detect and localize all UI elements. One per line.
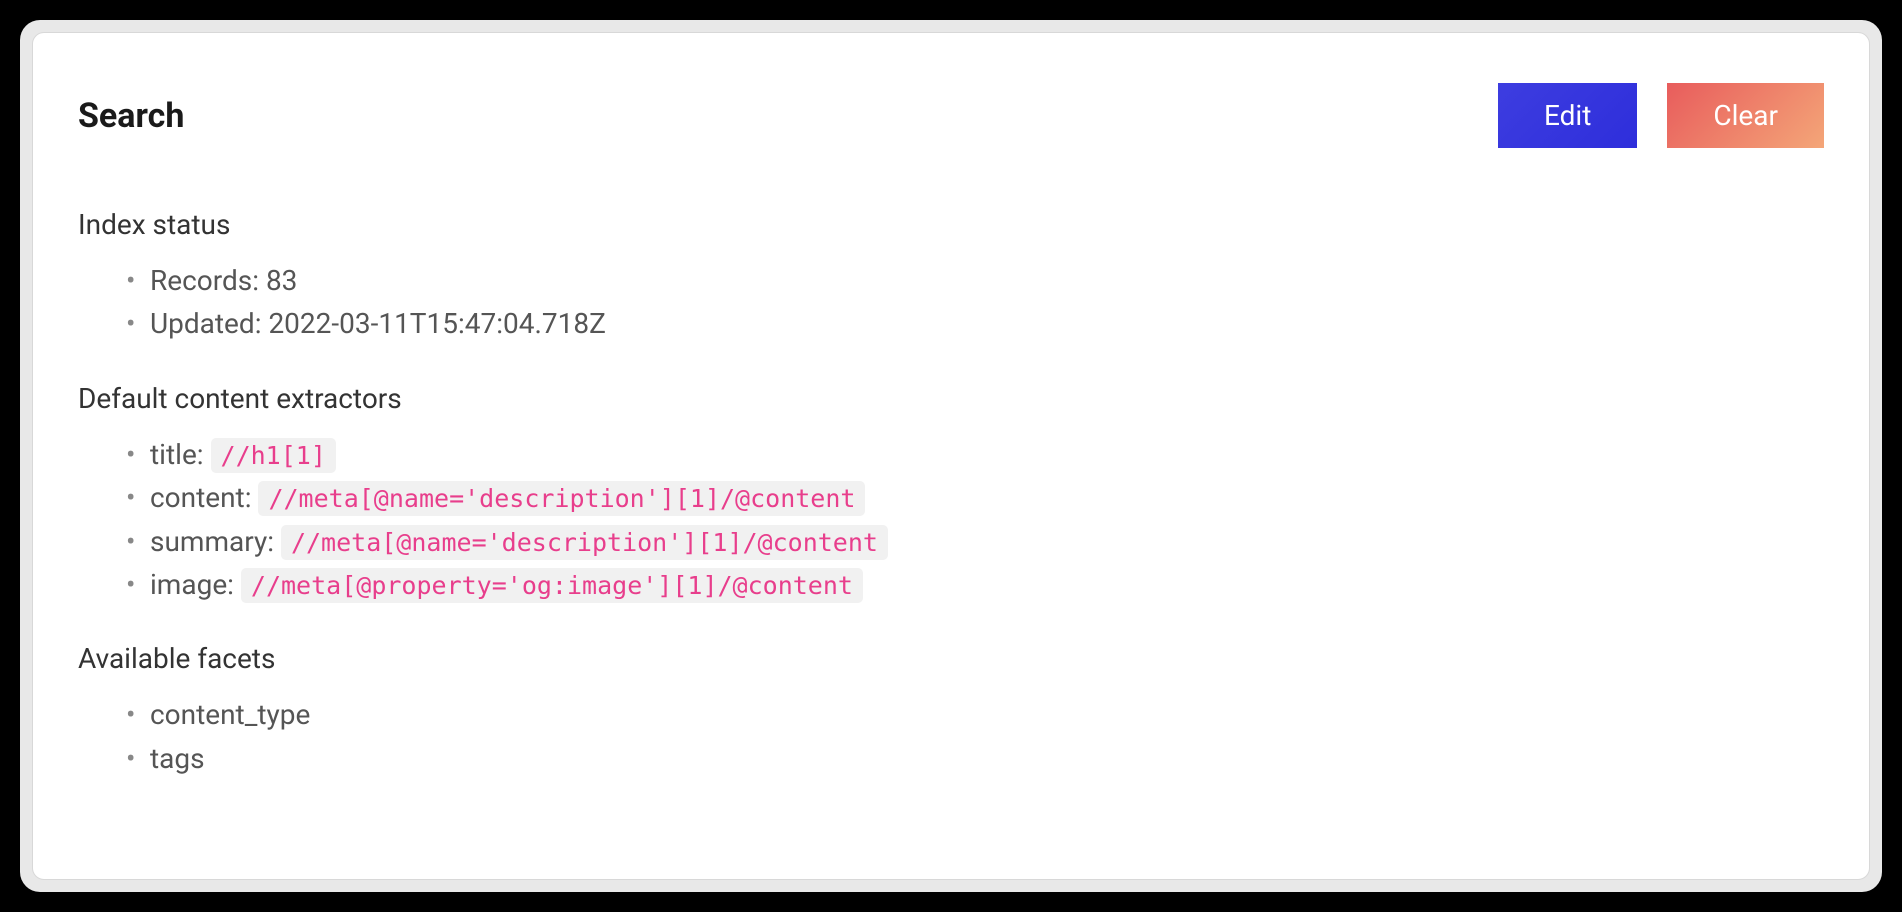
extractor-value: //meta[@property='og:image'][1]/@content	[241, 568, 863, 603]
button-group: Edit Clear	[1498, 83, 1824, 148]
extractor-label: image:	[150, 568, 234, 601]
index-status-list: Records: 83 Updated: 2022-03-11T15:47:04…	[78, 259, 1824, 346]
facets-section: Available facets content_type tags	[78, 642, 1824, 780]
updated-value: 2022-03-11T15:47:04.718Z	[268, 307, 605, 340]
extractors-section: Default content extractors title: //h1[1…	[78, 382, 1824, 607]
extractor-value: //h1[1]	[211, 438, 336, 473]
facets-heading: Available facets	[78, 642, 1824, 675]
updated-label: Updated:	[150, 307, 261, 340]
records-item: Records: 83	[126, 259, 1824, 302]
updated-item: Updated: 2022-03-11T15:47:04.718Z	[126, 302, 1824, 345]
extractor-item: image: //meta[@property='og:image'][1]/@…	[126, 563, 1824, 606]
extractor-value: //meta[@name='description'][1]/@content	[258, 481, 865, 516]
extractor-label: content:	[150, 481, 252, 514]
extractors-list: title: //h1[1] content: //meta[@name='de…	[78, 433, 1824, 607]
extractor-item: title: //h1[1]	[126, 433, 1824, 476]
index-status-heading: Index status	[78, 208, 1824, 241]
records-label: Records:	[150, 264, 259, 297]
extractor-value: //meta[@name='description'][1]/@content	[281, 525, 888, 560]
outer-panel: Search Edit Clear Index status Records: …	[20, 20, 1882, 892]
header-row: Search Edit Clear	[78, 83, 1824, 148]
facet-item: tags	[126, 737, 1824, 780]
extractor-label: title:	[150, 438, 204, 471]
clear-button[interactable]: Clear	[1667, 83, 1824, 148]
records-value: 83	[266, 264, 297, 297]
edit-button[interactable]: Edit	[1498, 83, 1637, 148]
extractor-label: summary:	[150, 525, 274, 558]
page-title: Search	[78, 96, 184, 136]
extractors-heading: Default content extractors	[78, 382, 1824, 415]
index-status-section: Index status Records: 83 Updated: 2022-0…	[78, 208, 1824, 346]
content-panel: Search Edit Clear Index status Records: …	[32, 32, 1870, 880]
extractor-item: content: //meta[@name='description'][1]/…	[126, 476, 1824, 519]
facets-list: content_type tags	[78, 693, 1824, 780]
facet-item: content_type	[126, 693, 1824, 736]
extractor-item: summary: //meta[@name='description'][1]/…	[126, 520, 1824, 563]
